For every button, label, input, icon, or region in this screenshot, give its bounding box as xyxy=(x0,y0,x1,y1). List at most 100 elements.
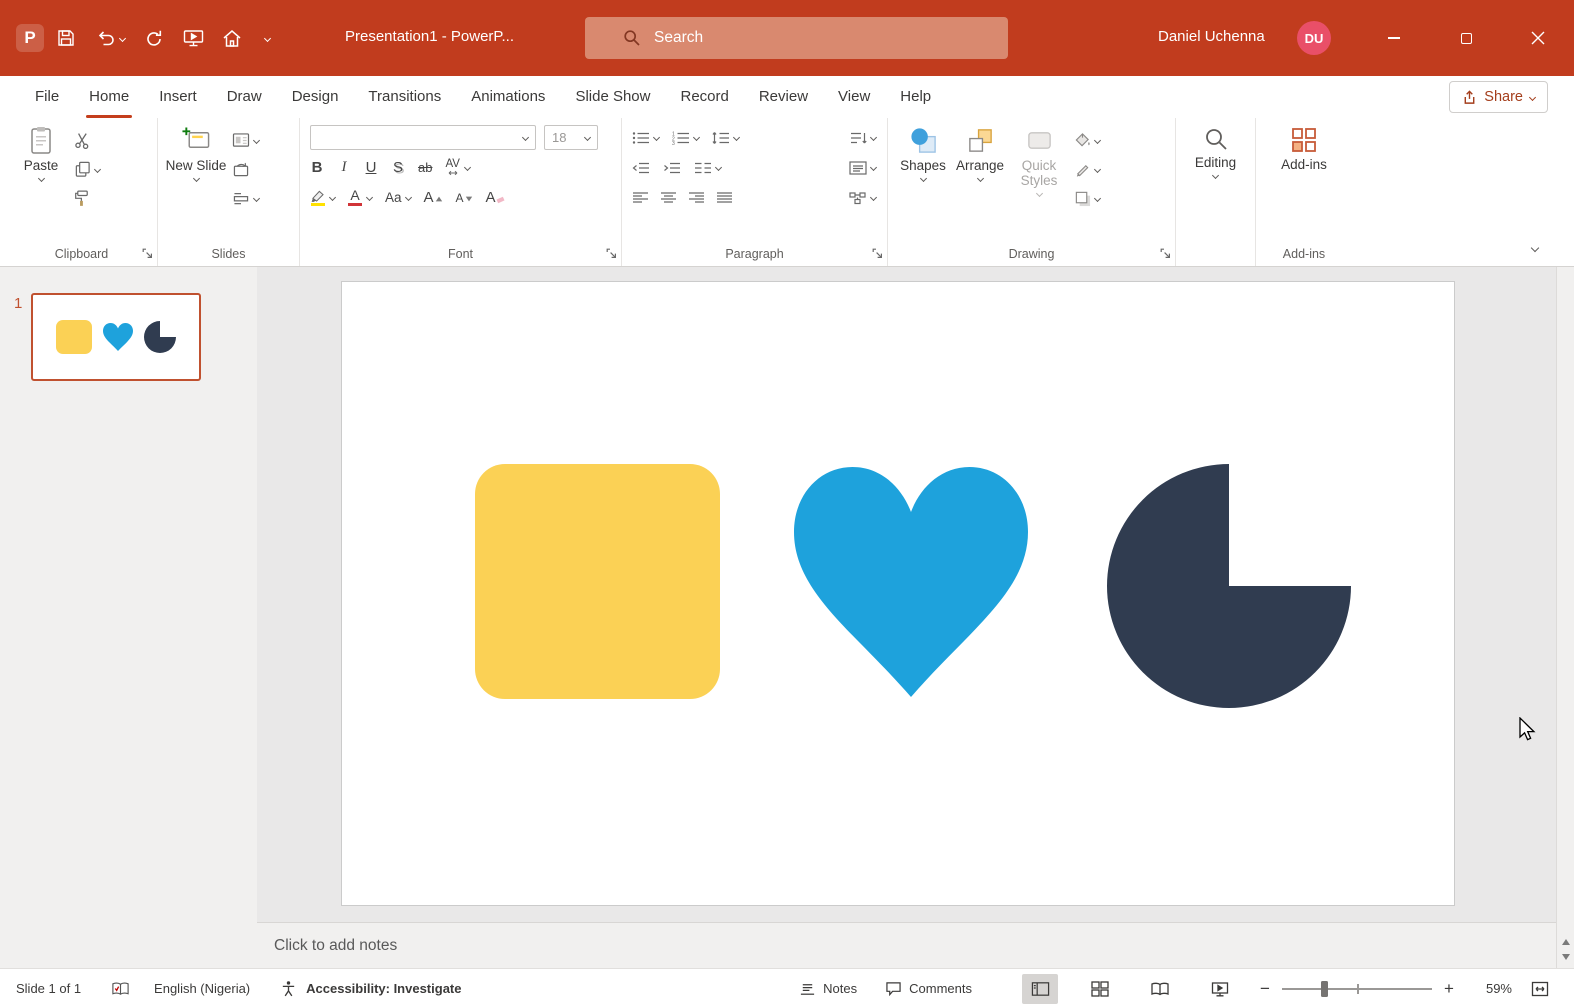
notes-toggle-button[interactable]: Notes xyxy=(799,981,857,996)
increase-indent-button[interactable] xyxy=(663,157,681,179)
arrange-button[interactable]: Arrange xyxy=(951,121,1009,242)
clipboard-dialog-launcher[interactable] xyxy=(142,248,153,259)
underline-button[interactable]: U xyxy=(364,159,378,176)
collapse-ribbon-button[interactable] xyxy=(1532,238,1538,256)
align-right-button[interactable] xyxy=(688,187,705,209)
tab-home[interactable]: Home xyxy=(74,76,144,118)
tab-slide-show[interactable]: Slide Show xyxy=(560,76,665,118)
text-direction-button[interactable] xyxy=(849,127,876,149)
zoom-slider-thumb[interactable] xyxy=(1321,981,1328,997)
bold-button[interactable]: B xyxy=(310,159,324,176)
scroll-down-arrow-icon[interactable] xyxy=(1562,954,1570,960)
shapes-button[interactable]: Shapes xyxy=(895,121,951,242)
redo-button[interactable] xyxy=(137,21,171,55)
align-center-button[interactable] xyxy=(660,187,677,209)
line-spacing-button[interactable] xyxy=(712,127,739,149)
tab-review[interactable]: Review xyxy=(744,76,823,118)
shape-effects-button[interactable] xyxy=(1074,187,1100,209)
zoom-level[interactable]: 59% xyxy=(1470,981,1512,996)
tab-help[interactable]: Help xyxy=(885,76,946,118)
rounded-square-shape[interactable] xyxy=(475,464,720,699)
format-painter-button[interactable] xyxy=(74,187,100,209)
normal-view-button[interactable] xyxy=(1022,974,1058,1004)
comments-button[interactable]: Comments xyxy=(885,981,972,996)
language-indicator[interactable]: English (Nigeria) xyxy=(154,981,250,996)
numbering-button[interactable]: 123 xyxy=(672,127,699,149)
decrease-font-size-button[interactable]: A xyxy=(456,191,473,205)
strikethrough-button[interactable]: ab xyxy=(418,160,432,175)
spell-check-button[interactable] xyxy=(111,981,130,997)
new-slide-button[interactable]: New Slide xyxy=(165,121,227,242)
slide-editor-area[interactable] xyxy=(257,267,1556,922)
italic-button[interactable]: I xyxy=(337,159,351,176)
paste-button[interactable]: Paste xyxy=(13,121,69,242)
pie-shape[interactable] xyxy=(1107,464,1351,708)
quick-styles-button[interactable]: Quick Styles xyxy=(1009,121,1069,242)
character-spacing-button[interactable]: AV xyxy=(445,159,460,176)
shape-fill-button[interactable] xyxy=(1074,129,1100,151)
maximize-button[interactable] xyxy=(1430,0,1502,76)
notes-pane[interactable]: Click to add notes xyxy=(257,922,1556,968)
font-size-combobox[interactable]: 18 xyxy=(544,125,598,150)
columns-button[interactable] xyxy=(694,157,721,179)
change-case-button[interactable]: Aa xyxy=(385,190,402,205)
tab-animations[interactable]: Animations xyxy=(456,76,560,118)
font-dialog-launcher[interactable] xyxy=(606,248,617,259)
addins-button[interactable]: Add-ins xyxy=(1269,121,1339,242)
vertical-scrollbar[interactable] xyxy=(1556,267,1574,968)
accessibility-checker-button[interactable] xyxy=(280,980,297,998)
slide-thumbnail[interactable] xyxy=(31,293,201,381)
minimize-button[interactable] xyxy=(1358,0,1430,76)
shape-outline-button[interactable] xyxy=(1074,158,1100,180)
scroll-up-arrow-icon[interactable] xyxy=(1562,939,1570,945)
cut-button[interactable] xyxy=(74,129,100,151)
customize-qat-button[interactable] xyxy=(254,21,280,55)
start-slideshow-button[interactable] xyxy=(176,21,210,55)
align-left-button[interactable] xyxy=(632,187,649,209)
tab-file[interactable]: File xyxy=(20,76,74,118)
reading-view-button[interactable] xyxy=(1142,974,1178,1004)
heart-shape[interactable] xyxy=(794,467,1028,697)
justify-button[interactable] xyxy=(716,187,733,209)
bullets-button[interactable] xyxy=(632,127,659,149)
slide-sorter-view-button[interactable] xyxy=(1082,974,1118,1004)
tab-transitions[interactable]: Transitions xyxy=(353,76,456,118)
copy-button[interactable] xyxy=(74,158,100,180)
align-text-button[interactable] xyxy=(849,157,876,179)
highlight-color-button[interactable] xyxy=(310,190,325,206)
decrease-indent-button[interactable] xyxy=(632,157,650,179)
section-button[interactable] xyxy=(232,187,259,209)
zoom-in-button[interactable]: + xyxy=(1442,979,1456,999)
user-avatar[interactable]: DU xyxy=(1297,21,1331,55)
font-color-button[interactable]: A xyxy=(348,189,362,206)
home-button[interactable] xyxy=(215,21,249,55)
share-button[interactable]: Share xyxy=(1449,81,1548,113)
tab-record[interactable]: Record xyxy=(665,76,743,118)
tab-draw[interactable]: Draw xyxy=(212,76,277,118)
increase-font-size-button[interactable]: A xyxy=(424,189,443,206)
save-button[interactable] xyxy=(49,21,83,55)
zoom-out-button[interactable]: − xyxy=(1258,979,1272,999)
tab-insert[interactable]: Insert xyxy=(144,76,212,118)
slideshow-view-button[interactable] xyxy=(1202,974,1238,1004)
paragraph-dialog-launcher[interactable] xyxy=(872,248,883,259)
tab-view[interactable]: View xyxy=(823,76,885,118)
accessibility-status[interactable]: Accessibility: Investigate xyxy=(306,981,461,996)
slide-indicator[interactable]: Slide 1 of 1 xyxy=(16,981,81,996)
search-box[interactable]: Search xyxy=(585,17,1008,59)
text-shadow-button[interactable]: S xyxy=(391,159,405,176)
reset-button[interactable] xyxy=(232,158,259,180)
drawing-dialog-launcher[interactable] xyxy=(1160,248,1171,259)
slide-canvas[interactable] xyxy=(341,281,1455,906)
undo-button[interactable] xyxy=(88,21,132,55)
zoom-slider[interactable] xyxy=(1282,988,1432,990)
tab-design[interactable]: Design xyxy=(277,76,354,118)
user-name[interactable]: Daniel Uchenna xyxy=(1158,28,1265,45)
close-button[interactable] xyxy=(1502,0,1574,76)
clear-formatting-button[interactable]: A xyxy=(486,189,504,206)
powerpoint-logo-icon[interactable]: P xyxy=(16,24,44,52)
editing-button[interactable]: Editing xyxy=(1184,121,1248,242)
fit-slide-to-window-button[interactable] xyxy=(1522,974,1558,1004)
layout-button[interactable] xyxy=(232,129,259,151)
convert-smartart-button[interactable] xyxy=(849,187,876,209)
